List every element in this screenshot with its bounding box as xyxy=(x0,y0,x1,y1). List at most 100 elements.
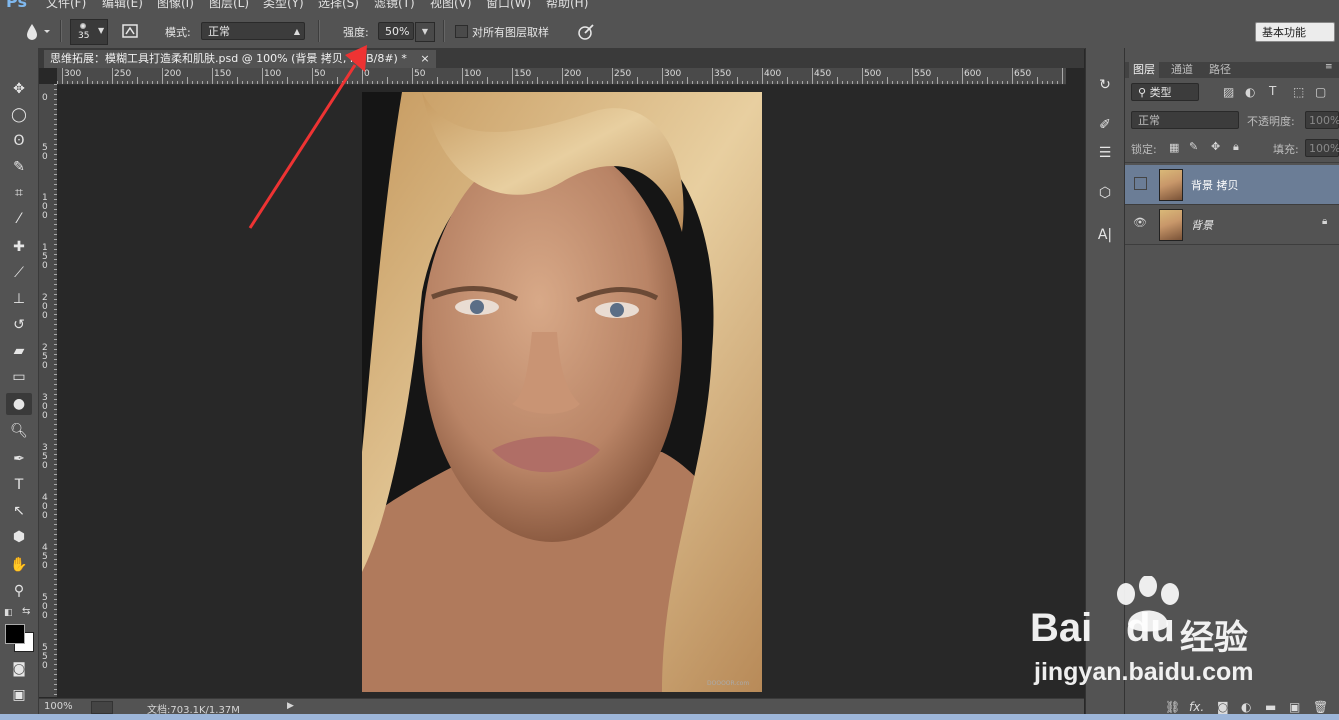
brush-picker[interactable]: 35 ▼ xyxy=(70,19,108,45)
play-arrow-icon[interactable]: ▶ xyxy=(287,701,294,711)
visibility-toggle[interactable] xyxy=(1134,177,1147,190)
ruler-tick xyxy=(672,81,673,84)
eraser-tool[interactable]: ▰ xyxy=(6,340,32,362)
ruler-tick xyxy=(912,68,913,84)
blur-tool[interactable]: ● xyxy=(6,393,32,415)
lock-pixels-icon[interactable]: ✎ xyxy=(1189,140,1198,153)
pen-tool[interactable]: ✒ xyxy=(6,448,32,470)
filter-image-icon[interactable]: ▨ xyxy=(1223,85,1234,99)
history-brush-tool[interactable]: ↺ xyxy=(6,314,32,336)
menu-filter[interactable]: 滤镜(T) xyxy=(374,0,415,11)
new-group-icon[interactable]: ▬ xyxy=(1265,700,1276,714)
ruler-tick xyxy=(452,81,453,84)
zoom-tool[interactable]: ⚲ xyxy=(6,580,32,602)
menu-type[interactable]: 类型(Y) xyxy=(263,0,304,11)
document-image[interactable]: DOOOOR.com xyxy=(362,92,762,692)
blend-mode-dropdown[interactable]: 正常 xyxy=(1131,111,1239,129)
menu-select[interactable]: 选择(S) xyxy=(318,0,359,11)
pressure-toggle[interactable] xyxy=(575,22,597,42)
tab-paths[interactable]: 路径 xyxy=(1205,62,1235,78)
pen-pressure-icon xyxy=(578,24,594,40)
foreground-color-swatch[interactable] xyxy=(5,624,25,644)
eye-icon[interactable]: 👁︎ xyxy=(1133,216,1147,229)
layer-name[interactable]: 背景 xyxy=(1191,217,1213,233)
menu-view[interactable]: 视图(V) xyxy=(430,0,472,11)
filter-shape-icon[interactable]: ⬚ xyxy=(1293,85,1304,99)
filter-adjust-icon[interactable]: ◐ xyxy=(1245,85,1255,99)
menu-file[interactable]: 文件(F) xyxy=(46,0,86,11)
ruler-tick xyxy=(702,81,703,84)
quick-mask-toggle[interactable]: ◙ xyxy=(6,658,32,680)
dodge-tool[interactable]: 🔍︎ xyxy=(6,420,32,442)
zoom-level[interactable]: 100% xyxy=(44,701,73,712)
crop-tool[interactable]: ⌗ xyxy=(6,182,32,204)
close-icon[interactable]: × xyxy=(420,52,429,65)
fill-input[interactable]: 100% xyxy=(1305,139,1339,157)
adjustments-button[interactable]: ☰ xyxy=(1094,142,1116,164)
ruler-tick xyxy=(392,81,393,84)
sample-all-layers-checkbox[interactable] xyxy=(455,25,468,38)
default-colors-icon[interactable]: ◧ xyxy=(4,608,13,618)
screen-mode-toggle[interactable]: ▣ xyxy=(6,684,32,706)
lock-all-icon[interactable]: 🔒︎ xyxy=(1233,140,1239,154)
move-tool[interactable]: ✥ xyxy=(6,78,32,100)
3d-panel-button[interactable]: ⬡ xyxy=(1094,182,1116,204)
opacity-input[interactable]: 100% xyxy=(1305,111,1339,129)
clone-stamp-tool[interactable]: ⊥ xyxy=(6,288,32,310)
quick-select-tool[interactable]: ✎ xyxy=(6,156,32,178)
adjustment-layer-icon[interactable]: ◐ xyxy=(1241,700,1251,714)
layer-row-background[interactable]: 👁︎ 背景 🔒︎ xyxy=(1125,205,1339,245)
brush-tool[interactable]: ⟋ xyxy=(6,262,32,284)
marquee-tool[interactable]: ◯ xyxy=(6,104,32,126)
new-layer-icon[interactable]: ▣ xyxy=(1289,700,1300,714)
ruler-label: 500 xyxy=(42,593,48,621)
layer-filter-kind[interactable]: ⚲ 类型 xyxy=(1131,83,1199,101)
menu-layer[interactable]: 图层(L) xyxy=(209,0,249,11)
layer-name[interactable]: 背景 拷贝 xyxy=(1191,177,1239,193)
blur-drop-icon: ● xyxy=(12,396,26,412)
history-panel-button[interactable]: ↻ xyxy=(1094,74,1116,96)
healing-brush-tool[interactable]: ✚ xyxy=(6,236,32,258)
ruler-tick xyxy=(457,81,458,84)
filter-type-icon[interactable]: T xyxy=(1269,84,1276,98)
layer-row-background-copy[interactable]: 背景 拷贝 xyxy=(1125,165,1339,205)
filter-smart-icon[interactable]: ▢ xyxy=(1315,85,1326,99)
ruler-top[interactable]: 300 250 200 150 100 50 0 50 100 150 200 250 300 350 40… xyxy=(57,68,1066,85)
menu-help[interactable]: 帮助(H) xyxy=(546,0,588,11)
hand-tool[interactable]: ✋ xyxy=(6,554,32,576)
trash-icon[interactable]: 🗑︎ xyxy=(1313,700,1328,714)
tab-layers[interactable]: 图层 xyxy=(1129,62,1159,78)
ruler-tick xyxy=(667,81,668,84)
ruler-left[interactable]: 0 50 100 150 200 250 300 350 400 450 500 550 xyxy=(39,84,58,697)
add-mask-icon[interactable]: ◙ xyxy=(1217,700,1229,714)
shape-tool[interactable]: ⬢ xyxy=(6,526,32,548)
link-layers-icon[interactable]: ⛓ xyxy=(1165,700,1180,714)
character-panel-button[interactable]: A| xyxy=(1094,224,1116,246)
tool-preset-picker[interactable] xyxy=(22,21,52,41)
type-tool[interactable]: T xyxy=(6,474,32,496)
fx-icon[interactable]: fx. xyxy=(1189,700,1204,714)
menu-edit[interactable]: 编辑(E) xyxy=(102,0,143,11)
swap-colors-icon[interactable]: ⇆ xyxy=(22,606,30,617)
ruler-label: 450 xyxy=(42,543,48,571)
ruler-tick xyxy=(1057,81,1058,84)
menu-image[interactable]: 图像(I) xyxy=(157,0,194,11)
brush-panel-toggle[interactable] xyxy=(120,22,140,40)
lock-transparent-icon[interactable]: ▦ xyxy=(1169,141,1179,154)
ruler-tick xyxy=(882,81,883,84)
panel-menu-icon[interactable]: ≡ xyxy=(1325,62,1333,72)
strength-input[interactable]: 50% xyxy=(378,22,414,40)
strength-slider-toggle[interactable]: ▼ xyxy=(415,22,435,42)
workspace-label: 基本功能 xyxy=(1262,26,1306,39)
workspace-switcher[interactable]: 基本功能 xyxy=(1255,22,1335,42)
eyedropper-tool[interactable]: ⁄ xyxy=(6,208,32,230)
gradient-tool[interactable]: ▭ xyxy=(6,366,32,388)
menu-window[interactable]: 窗口(W) xyxy=(486,0,531,11)
brush-presets-button[interactable]: ✐ xyxy=(1094,114,1116,136)
path-select-tool[interactable]: ↖ xyxy=(6,500,32,522)
ruler-tick xyxy=(592,81,593,84)
mode-dropdown[interactable]: 正常 ▲ xyxy=(201,22,305,40)
lasso-tool[interactable]: ʘ xyxy=(6,130,32,152)
tab-channels[interactable]: 通道 xyxy=(1167,62,1197,78)
lock-position-icon[interactable]: ✥ xyxy=(1211,140,1220,153)
